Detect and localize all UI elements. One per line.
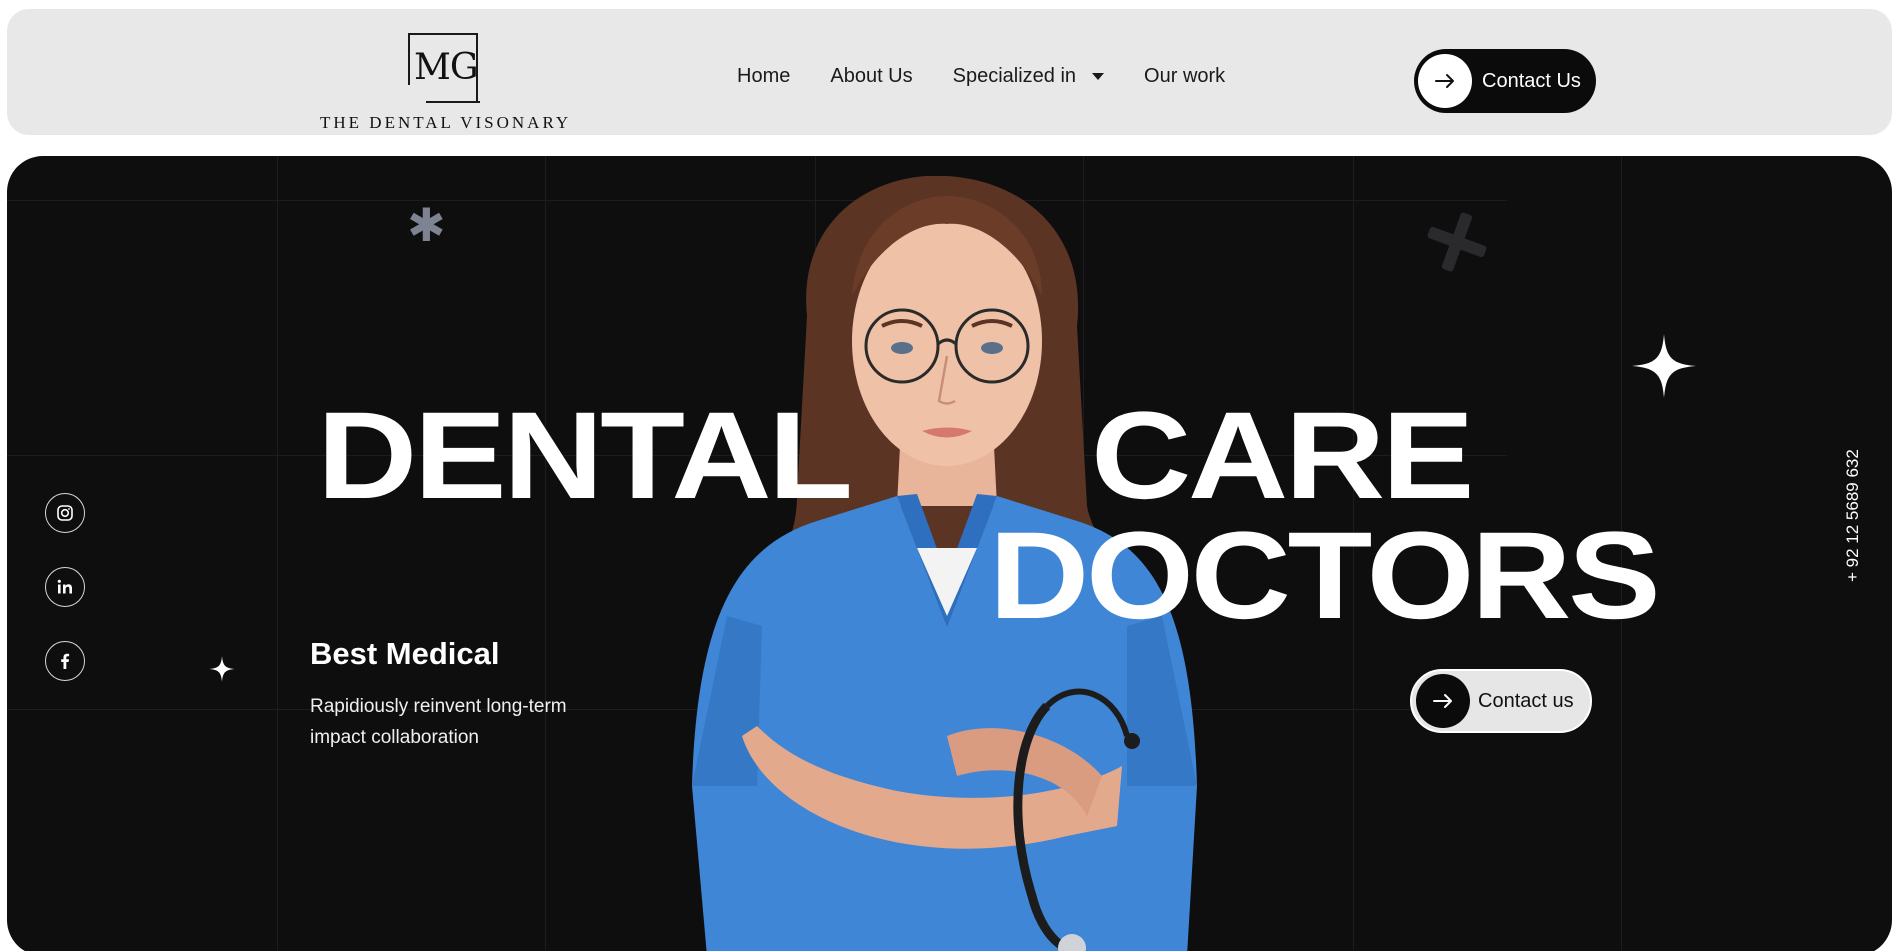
linkedin-icon[interactable]	[45, 567, 85, 607]
instagram-icon[interactable]	[45, 493, 85, 533]
nav-specialized-in[interactable]: Specialized in	[952, 65, 1105, 88]
hero-contact-us-button[interactable]: Contact us	[1410, 669, 1592, 733]
nav-our-work[interactable]: Our work	[1144, 65, 1225, 88]
hero-description: Rapidiously reinvent long-term impact co…	[310, 696, 567, 748]
asterisk-icon: ✱	[407, 198, 446, 252]
sparkle-icon	[1632, 334, 1696, 398]
site-header: MG THE DENTAL VISONARY Home About Us Spe…	[7, 9, 1892, 135]
contact-us-label: Contact Us	[1482, 69, 1581, 92]
contact-us-button[interactable]: Contact Us	[1414, 49, 1596, 113]
facebook-icon[interactable]	[45, 641, 85, 681]
headline-care: CARE	[1091, 387, 1474, 525]
logo-initials: MG	[414, 47, 479, 88]
small-sparkle-icon	[209, 656, 235, 682]
nav-home[interactable]: Home	[737, 65, 790, 88]
hero-contact-us-label: Contact us	[1478, 689, 1574, 712]
cross-decoration-icon	[1419, 204, 1496, 281]
logo[interactable]: MG THE DENTAL VISONARY	[312, 23, 572, 133]
nav-specialized-in-label: Specialized in	[952, 65, 1077, 87]
logo-text: THE DENTAL VISONARY	[320, 113, 572, 132]
main-nav: Home About Us Specialized in Our work	[737, 65, 1225, 88]
nav-about-us[interactable]: About Us	[830, 65, 912, 88]
headline-dental: DENTAL	[317, 387, 853, 525]
arrow-right-icon	[1418, 54, 1472, 108]
hero-section: ✱ DENTAL CARE DOCTORS Best Medical Rapid…	[7, 156, 1892, 951]
chevron-down-icon	[1092, 73, 1105, 80]
logo-mark: MG	[408, 33, 480, 103]
headline-doctors: DOCTORS	[989, 507, 1661, 645]
arrow-right-icon	[1416, 674, 1470, 728]
hero-subtitle: Best Medical	[310, 636, 500, 671]
phone-number[interactable]: + 92 12 5689 632	[1843, 449, 1863, 582]
